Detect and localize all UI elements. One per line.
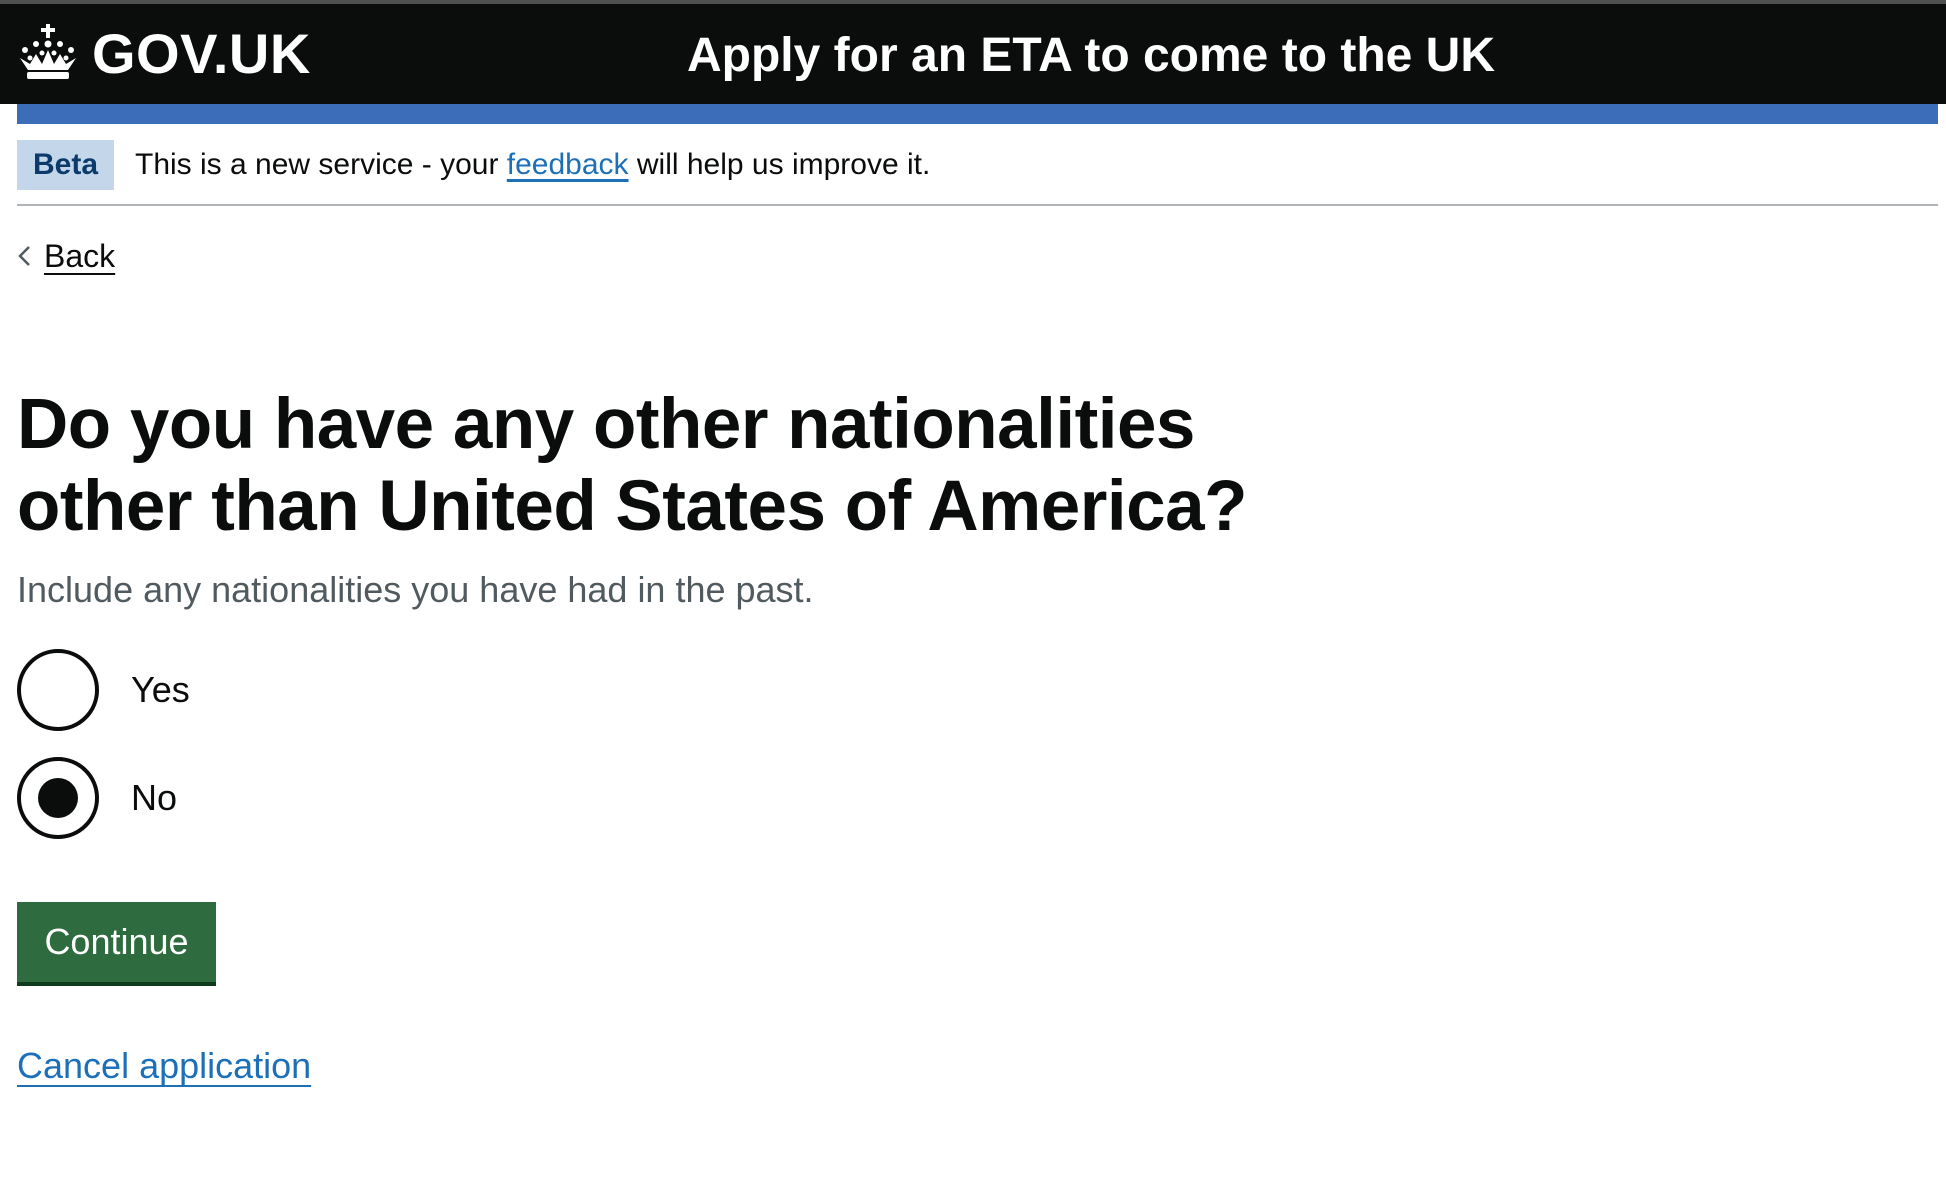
phase-text-after: will help us improve it. bbox=[628, 148, 931, 181]
beta-tag: Beta bbox=[17, 140, 114, 190]
page-title: Do you have any other nationalities othe… bbox=[17, 385, 1247, 546]
radio-no-button[interactable] bbox=[17, 757, 99, 839]
continue-button[interactable]: Continue bbox=[17, 902, 216, 982]
chevron-left-icon bbox=[18, 246, 30, 266]
crown-icon bbox=[20, 24, 76, 79]
radio-yes-label[interactable]: Yes bbox=[131, 666, 190, 714]
govuk-logo-link[interactable]: GOV.UK bbox=[16, 14, 311, 94]
radio-no-label[interactable]: No bbox=[131, 774, 177, 822]
back-link[interactable]: Back bbox=[17, 232, 115, 280]
back-link-label: Back bbox=[44, 237, 116, 274]
phase-banner-text: This is a new service - your feedback wi… bbox=[135, 140, 930, 190]
radio-yes-button[interactable] bbox=[17, 649, 99, 731]
service-name-link[interactable]: Apply for an ETA to come to the UK bbox=[687, 26, 1495, 86]
radio-option-yes[interactable]: Yes bbox=[17, 648, 190, 732]
govuk-logo-text: GOV.UK bbox=[92, 22, 311, 85]
radio-selected-dot bbox=[38, 778, 78, 818]
phase-banner: Beta This is a new service - your feedba… bbox=[17, 140, 1938, 206]
radio-option-no[interactable]: No bbox=[17, 756, 177, 840]
feedback-link[interactable]: feedback bbox=[507, 148, 629, 181]
header-accent-bar bbox=[17, 104, 1938, 124]
question-hint: Include any nationalities you have had i… bbox=[17, 569, 814, 610]
phase-text-before: This is a new service - your bbox=[135, 148, 507, 181]
cancel-application-link[interactable]: Cancel application bbox=[17, 1042, 311, 1090]
site-header: GOV.UK Apply for an ETA to come to the U… bbox=[0, 4, 1946, 104]
